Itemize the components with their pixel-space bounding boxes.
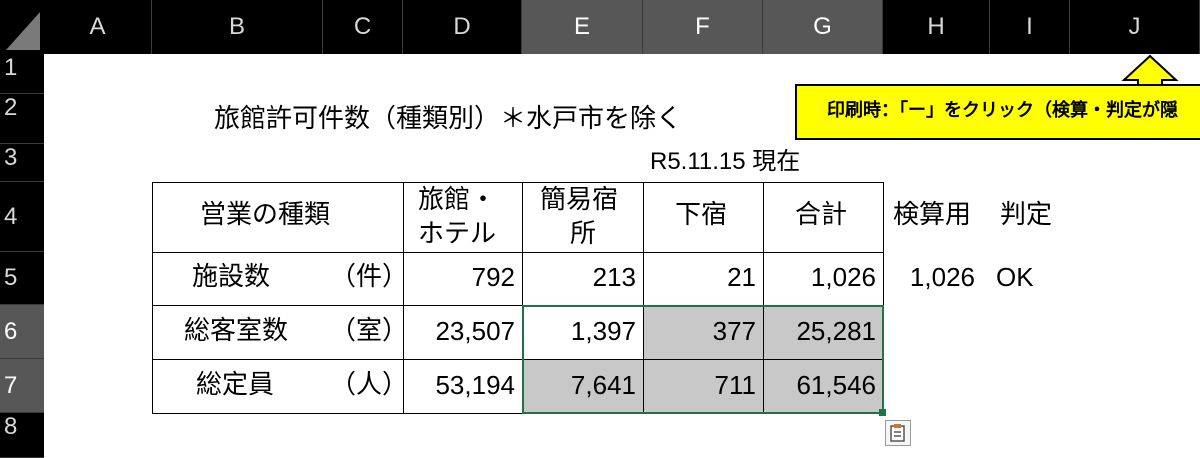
column-header-a[interactable]: A xyxy=(44,0,152,54)
row-header-5[interactable]: 5 xyxy=(0,252,44,305)
paste-options-icon[interactable] xyxy=(885,420,911,446)
header-geshuku: 下宿 xyxy=(675,200,728,230)
row-header-2[interactable]: 2 xyxy=(0,94,44,144)
row-label-capacity: 総定員 xyxy=(196,370,275,400)
header-judge: 判定 xyxy=(1000,200,1053,230)
cell-rooms-ryokan[interactable]: 23,507 xyxy=(403,316,515,347)
cell-capacity-geshuku[interactable]: 711 xyxy=(643,370,756,401)
fill-handle[interactable] xyxy=(879,409,886,416)
column-header-j[interactable]: J xyxy=(1070,0,1200,54)
cell-check-value[interactable]: 1,026 xyxy=(883,262,975,293)
column-header-c[interactable]: C xyxy=(323,0,403,54)
column-header-i[interactable]: I xyxy=(990,0,1070,54)
header-kani-line1: 簡易宿 xyxy=(540,185,619,215)
header-kani-line2: 所 xyxy=(570,219,597,249)
cell-facilities-geshuku[interactable]: 21 xyxy=(643,262,756,293)
row-label-facilities: 施設数 xyxy=(192,262,271,292)
select-all-triangle-icon xyxy=(6,12,40,50)
header-ryokan-line2: ホテル xyxy=(418,219,497,249)
column-header-b[interactable]: B xyxy=(152,0,323,54)
row-header-1[interactable]: 1 xyxy=(0,54,44,94)
column-header-e[interactable]: E xyxy=(522,0,643,54)
row-unit-facilities: （件） xyxy=(330,262,409,292)
row-unit-capacity: （人） xyxy=(330,370,409,400)
print-note-callout: 印刷時：「ー」をクリック（検算・判定が隠 xyxy=(795,84,1200,140)
as-of-date: R5.11.15 現在 xyxy=(650,148,801,175)
cell-facilities-total[interactable]: 1,026 xyxy=(763,262,876,293)
row-header-3[interactable]: 3 xyxy=(0,144,44,182)
select-all-corner[interactable] xyxy=(0,0,44,54)
row-header-7[interactable]: 7 xyxy=(0,359,44,413)
header-ryokan-line1: 旅館・ xyxy=(418,185,497,215)
row-header-8[interactable]: 8 xyxy=(0,413,44,458)
cell-judge-result[interactable]: OK xyxy=(996,262,1034,293)
column-header-f[interactable]: F xyxy=(643,0,763,54)
row-unit-rooms: （室） xyxy=(330,316,409,346)
header-check: 検算用 xyxy=(893,200,972,230)
column-header-d[interactable]: D xyxy=(403,0,522,54)
up-arrow-icon xyxy=(1121,54,1179,88)
cell-rooms-total[interactable]: 25,281 xyxy=(763,316,876,347)
cell-capacity-kani[interactable]: 7,641 xyxy=(522,370,636,401)
row-header-4[interactable]: 4 xyxy=(0,182,44,252)
cell-facilities-ryokan[interactable]: 792 xyxy=(403,262,515,293)
cell-facilities-kani[interactable]: 213 xyxy=(522,262,636,293)
header-type: 営業の種類 xyxy=(200,200,331,230)
cell-capacity-ryokan[interactable]: 53,194 xyxy=(403,370,515,401)
header-total: 合計 xyxy=(795,200,848,230)
row-label-rooms: 総客室数 xyxy=(184,316,289,346)
cell-rooms-geshuku[interactable]: 377 xyxy=(643,316,756,347)
row-header-6[interactable]: 6 xyxy=(0,305,44,359)
cell-rooms-kani[interactable]: 1,397 xyxy=(522,316,636,347)
cell-capacity-total[interactable]: 61,546 xyxy=(763,370,876,401)
sheet-title: 旅館許可件数（種類別）＊水戸市を除く xyxy=(214,104,683,134)
column-header-g[interactable]: G xyxy=(763,0,883,54)
column-header-h[interactable]: H xyxy=(883,0,990,54)
